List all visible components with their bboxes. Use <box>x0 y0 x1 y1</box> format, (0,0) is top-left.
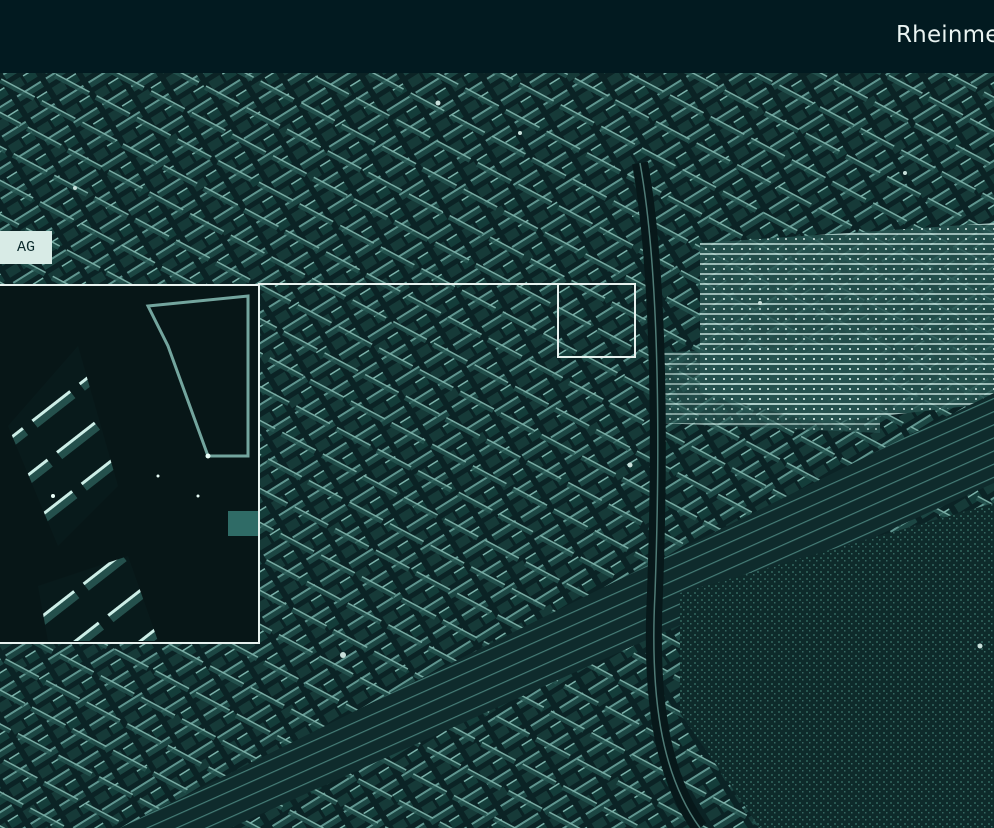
region-of-interest-box <box>557 283 636 358</box>
brand-title: Rheinmetall <box>896 22 994 48</box>
location-tag: AG <box>0 231 52 264</box>
tag-label: AG <box>17 239 36 256</box>
zoom-inset <box>0 284 260 644</box>
zoom-inset-image <box>0 286 258 642</box>
top-header-bar: Rheinmetall <box>0 0 994 73</box>
callout-connector <box>258 283 558 285</box>
